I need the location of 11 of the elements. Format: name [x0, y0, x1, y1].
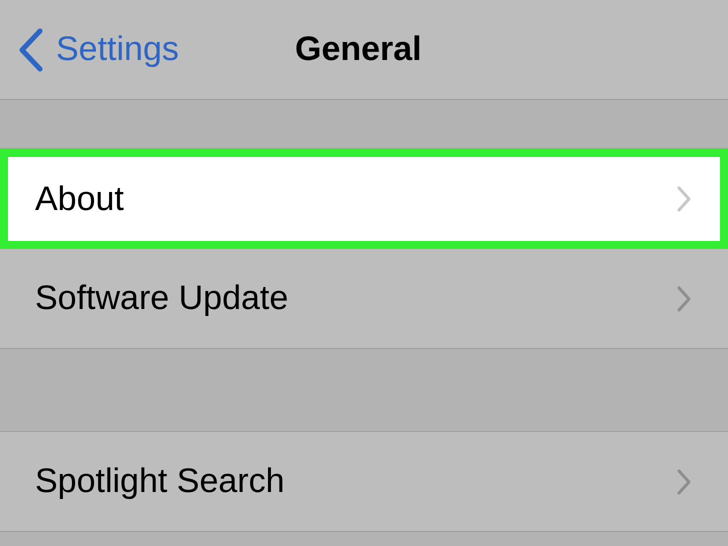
nav-title: General: [295, 29, 422, 70]
row-label: Software Update: [35, 278, 288, 319]
row-label: Spotlight Search: [35, 461, 284, 502]
chevron-left-icon: [18, 28, 44, 72]
settings-row[interactable]: About: [0, 149, 728, 249]
chevron-right-icon: [676, 185, 692, 213]
chevron-right-icon: [676, 284, 692, 312]
settings-row[interactable]: Software Update: [0, 249, 728, 349]
settings-row[interactable]: Spotlight Search: [0, 432, 728, 532]
row-label: About: [35, 178, 124, 220]
chevron-right-icon: [676, 468, 692, 496]
